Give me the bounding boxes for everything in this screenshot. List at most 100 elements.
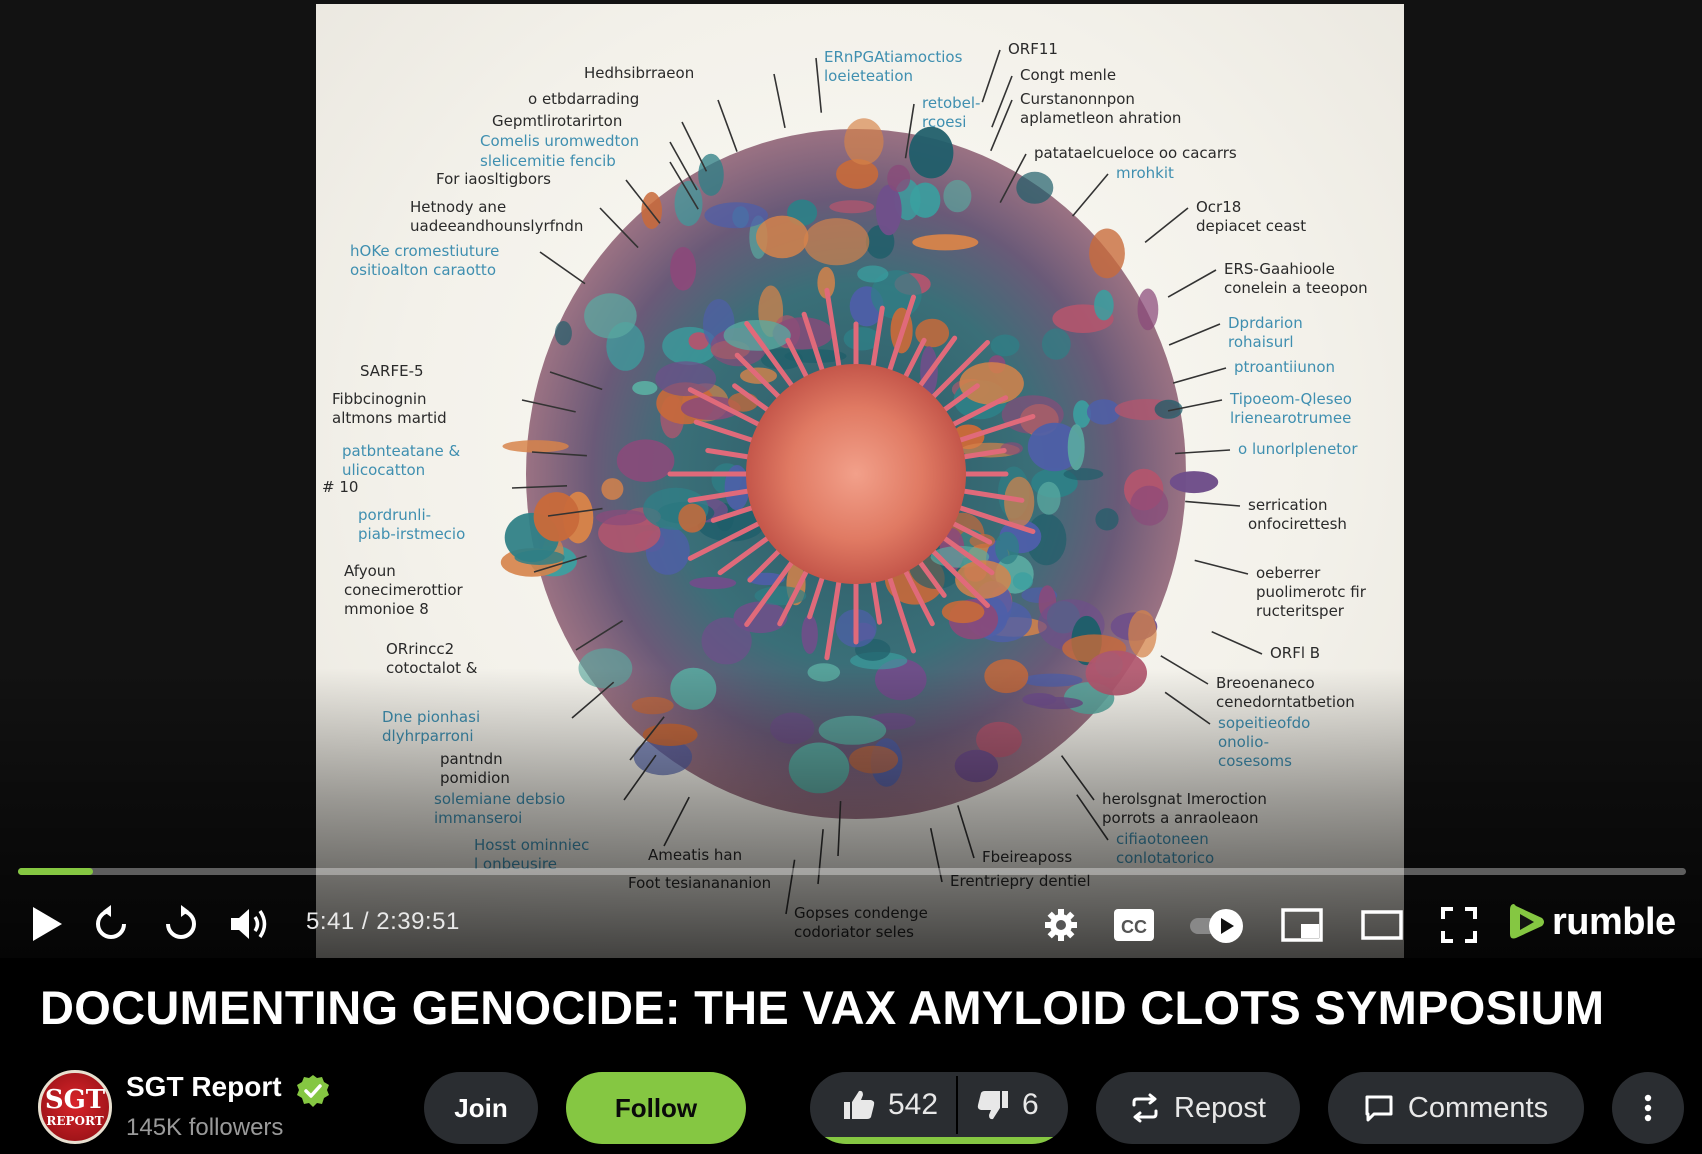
protein-blob [857,265,889,283]
protein-blob [1095,508,1119,531]
dislike-button[interactable]: 6 [976,1072,1039,1138]
protein-blob [704,202,768,229]
protein-blob [941,600,985,624]
more-options-button[interactable] [1612,1072,1684,1144]
protein-blob [641,191,662,230]
figure-annotation-label: Ocr18 depiacet ceast [1196,198,1307,235]
video-player[interactable]: Hedhsibrraeon o etbdarrading Gepmtlirotari… [0,0,1702,958]
forward-icon [166,905,196,939]
rewind-button[interactable] [90,902,132,946]
protein-blob [803,218,870,266]
figure-annotation-label: pordrunli- piab-irstmecio [358,506,466,543]
repost-icon [1132,1093,1158,1123]
protein-blob [887,164,911,193]
figure-annotation-label: serrication onfocirettesh [1248,496,1347,533]
forward-button[interactable] [160,902,202,946]
protein-blob [829,200,875,214]
leader-line [815,57,823,113]
join-button[interactable]: Join [424,1072,538,1144]
figure-annotation-label: oeberrer puolimerotc fir ructeritsper [1256,564,1366,620]
channel-avatar[interactable]: SGT REPORT [38,1070,112,1144]
protein-blob [502,440,569,453]
protein-blob [584,293,637,339]
fullscreen-button[interactable] [1438,904,1480,946]
figure-annotation-label: Hedhsibrraeon [584,64,695,82]
rumble-wordmark: rumble [1552,900,1676,943]
figure-annotation-label: Comelis uromwedton [480,132,640,150]
protein-blob [1086,399,1121,425]
protein-blob [844,118,884,165]
figure-annotation-label: SARFE-5 [360,362,424,380]
join-label: Join [454,1092,508,1123]
figure-annotation-label: Afyoun conecimerottior mmonioe 8 [344,562,463,618]
rumble-logo[interactable]: rumble [1508,900,1676,944]
avatar-logo-text-bottom: REPORT [46,1114,104,1128]
repost-button[interactable]: Repost [1096,1072,1300,1144]
protein-blob [616,439,675,483]
protein-blob [1130,485,1169,526]
protein-blob [1128,610,1157,658]
rating-control: 542 6 [810,1072,1068,1144]
leader-line [1167,269,1217,298]
protein-blob [698,153,724,196]
cc-icon: CC [1114,909,1154,941]
leader-line [981,49,1001,103]
protein-blob [995,531,1020,565]
more-vertical-icon [1644,1094,1652,1122]
protein-blob [1037,481,1061,515]
protein-blob [1089,228,1125,279]
miniplayer-button[interactable] [1280,904,1324,946]
figure-annotation-label: retobel- rcoesi [922,94,981,131]
autoplay-toggle-icon [1190,909,1243,943]
figure-annotation-label: mrohkit [1116,164,1174,182]
progress-bar[interactable] [18,868,1686,875]
figure-annotation-label: hOKe cromestiuture ositioalton caraotto [350,242,500,279]
autoplay-toggle[interactable] [1188,906,1248,946]
figure-annotation-label: Hetnody ane uadeeandhounslyrfndn [410,198,584,235]
theater-button[interactable] [1360,904,1404,946]
protein-blob [655,361,717,397]
leader-line [1144,207,1189,244]
protein-blob [1012,572,1033,590]
like-count: 542 [888,1088,939,1121]
protein-blob [678,503,707,533]
protein-blob [756,215,809,259]
miniplayer-icon [1281,908,1323,942]
rewind-icon [96,905,126,939]
volume-button[interactable] [228,902,274,946]
comments-label: Comments [1407,1091,1549,1124]
protein-blob [670,246,697,291]
figure-annotation-label: Dprdarion rohaisurl [1228,314,1303,351]
leader-line [681,121,708,172]
rating-divider [956,1076,958,1134]
protein-blob [990,334,1020,357]
protein-blob [801,614,818,655]
thumbs-up-icon [844,1090,875,1119]
leader-line [1211,630,1263,655]
dislike-count: 6 [1022,1088,1039,1121]
play-button[interactable] [26,902,68,946]
settings-button[interactable] [1040,904,1082,946]
like-button[interactable]: 542 [842,1072,938,1138]
channel-name[interactable]: SGT Report [126,1071,282,1103]
follow-button[interactable]: Follow [566,1072,746,1144]
protein-blob [1094,289,1114,321]
leader-line [991,75,1013,128]
figure-annotation-label: o lunorlplenetor [1238,440,1358,458]
leader-line [1172,367,1227,384]
fullscreen-icon [1441,907,1477,943]
follower-count: 145K followers [126,1114,284,1141]
protein-blob [1067,424,1085,471]
figure-annotation-label: For iaosltigbors [436,170,551,188]
figure-annotation-label: ERnPGAtiamoctios loeieteation [824,48,963,85]
follow-label: Follow [614,1092,698,1123]
protein-blob [909,126,954,179]
comments-button[interactable]: Comments [1328,1072,1584,1144]
rumble-play-icon [1510,904,1544,939]
volume-icon [231,909,267,939]
captions-button[interactable]: CC [1112,904,1156,946]
protein-blob [701,617,752,665]
settings-icon [1045,909,1077,941]
figure-annotation-label: Fibbcinognin altmons martid [332,390,447,427]
protein-blob [959,362,1024,405]
